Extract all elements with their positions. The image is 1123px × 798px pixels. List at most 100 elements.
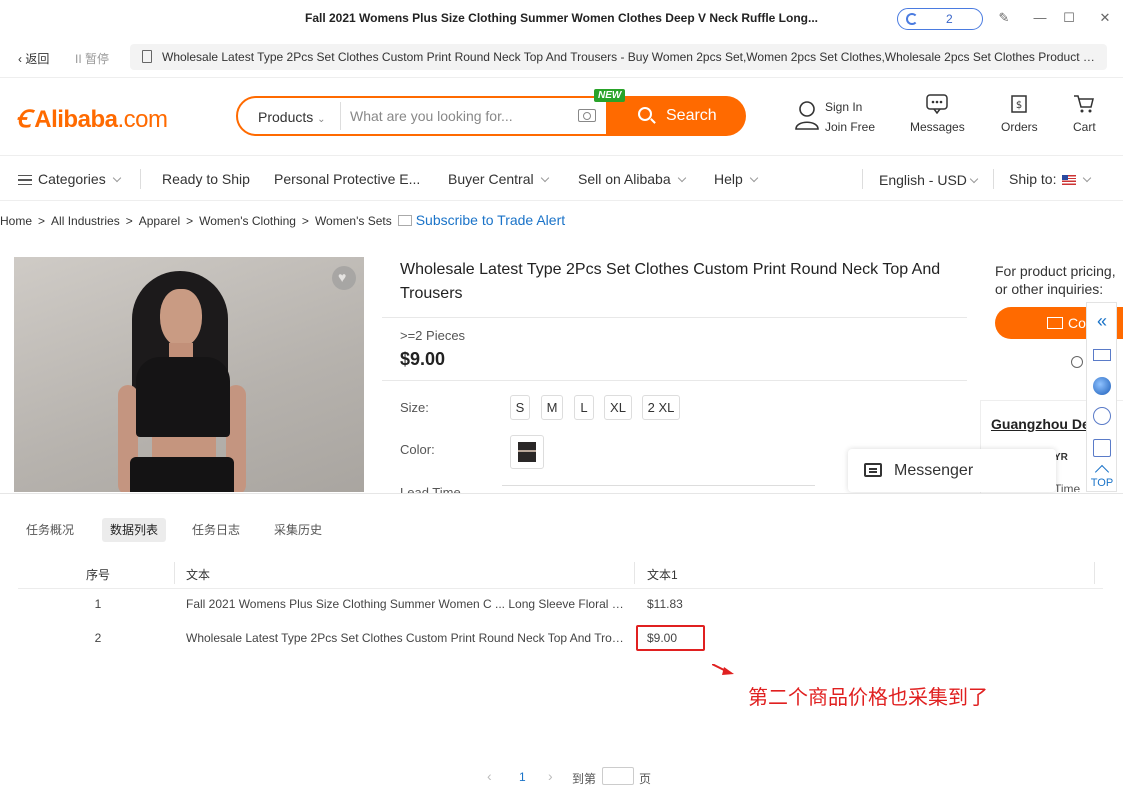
breadcrumb-womens-clothing[interactable]: Women's Clothing (199, 214, 296, 228)
messenger-button[interactable]: Messenger (848, 449, 1056, 492)
photo-waist (152, 437, 216, 459)
row-index: 1 (94, 597, 102, 611)
nav-sell[interactable]: Sell on Alibaba (578, 171, 686, 187)
tab-task-overview[interactable]: 任务概况 (18, 518, 82, 542)
nav-ppe[interactable]: Personal Protective E... (274, 171, 420, 187)
column-divider[interactable] (634, 562, 635, 584)
inquiry-line-1: For product pricing, (995, 263, 1116, 279)
nav-buyer-central[interactable]: Buyer Central (448, 171, 549, 187)
table-row[interactable]: 1 Fall 2021 Womens Plus Size Clothing Su… (18, 588, 1103, 622)
envelope-icon (1047, 317, 1063, 329)
tab-task-log[interactable]: 任务日志 (184, 518, 248, 542)
orders-button[interactable]: $ Orders (1001, 94, 1038, 134)
size-option-2xl[interactable]: 2 XL (642, 395, 680, 420)
size-option-l[interactable]: L (574, 395, 594, 420)
messages-button[interactable]: Messages (910, 94, 965, 134)
column-header-text: 文本 (186, 568, 211, 582)
nav-help[interactable]: Help (714, 171, 759, 187)
product-price: $9.00 (400, 349, 446, 369)
row-index: 2 (94, 631, 102, 645)
nav-divider (993, 169, 994, 189)
nav-divider (862, 169, 863, 189)
clock-icon[interactable] (1093, 407, 1111, 425)
prev-page-button[interactable]: ‹ (487, 768, 492, 784)
supplier-name[interactable]: Guangzhou De (991, 416, 1090, 432)
message-icon (926, 94, 949, 114)
page-current[interactable]: 1 (519, 770, 526, 784)
edit-icon[interactable]: ✎ (995, 9, 1013, 27)
page-icon (142, 50, 152, 63)
back-label: 返回 (25, 52, 50, 66)
breadcrumb-home[interactable]: Home (0, 214, 32, 228)
collapse-double-chevron-icon[interactable]: « (1093, 312, 1111, 331)
chat-smile-icon[interactable] (1071, 356, 1083, 368)
inquiry-line-2: or other inquiries: (995, 281, 1104, 297)
breadcrumb-womens-sets[interactable]: Women's Sets (315, 214, 392, 228)
search-category-select[interactable]: Products ⌄ (258, 109, 326, 125)
address-bar[interactable]: Wholesale Latest Type 2Pcs Set Clothes C… (130, 44, 1107, 70)
chevron-down-icon (540, 173, 549, 183)
chevron-down-icon (112, 173, 121, 183)
page-number-input[interactable] (602, 767, 634, 785)
size-option-m[interactable]: M (541, 395, 563, 420)
size-option-xl[interactable]: XL (604, 395, 632, 420)
photo-face (160, 289, 202, 347)
photo-top (136, 357, 230, 437)
breadcrumb-apparel[interactable]: Apparel (139, 214, 180, 228)
column-header-index: 序号 (86, 568, 111, 582)
chevron-left-icon: ‹ (18, 52, 22, 66)
categories-menu[interactable]: Categories (18, 171, 121, 187)
camera-icon[interactable] (578, 109, 596, 122)
language-label: English - USD (879, 172, 967, 188)
tab-data-list[interactable]: 数据列表 (102, 518, 167, 542)
size-option-s[interactable]: S (510, 395, 530, 420)
search-button[interactable]: Search (606, 96, 746, 136)
subscribe-link[interactable]: Subscribe to Trade Alert (416, 212, 565, 228)
orders-icon: $ (1011, 95, 1028, 113)
nav-ready-to-ship[interactable]: Ready to Ship (162, 171, 250, 187)
favorite-heart-icon[interactable] (332, 266, 356, 290)
globe-icon[interactable] (1093, 377, 1111, 395)
pause-icon: II (75, 52, 82, 66)
logo-suffix: .com (117, 106, 168, 133)
pause-button[interactable]: II 暂停 (75, 50, 109, 67)
task-counter[interactable]: 2 (897, 8, 983, 30)
price-highlight-box (636, 625, 705, 651)
search-input[interactable] (350, 104, 570, 128)
floating-toolbar: « TOP (1086, 302, 1117, 492)
product-image[interactable] (14, 257, 364, 492)
user-icon (795, 101, 819, 130)
ship-to-select[interactable]: Ship to: (1009, 171, 1092, 187)
messages-label: Messages (910, 120, 965, 134)
tab-history[interactable]: 采集历史 (266, 518, 330, 542)
feedback-icon[interactable] (1093, 439, 1111, 457)
maximize-icon[interactable]: ☐ (1060, 9, 1078, 27)
chevron-down-icon (749, 173, 759, 183)
alibaba-logo-icon: Ꞓ (16, 106, 31, 133)
column-divider[interactable] (1094, 562, 1095, 584)
color-swatch[interactable] (510, 435, 544, 469)
close-icon[interactable]: ✕ (1096, 9, 1114, 27)
back-to-top-button[interactable]: TOP (1089, 463, 1115, 491)
row-text: Fall 2021 Womens Plus Size Clothing Summ… (186, 597, 630, 611)
browser-navbar: ‹ 返回 II 暂停 Wholesale Latest Type 2Pcs Se… (0, 38, 1123, 78)
column-divider[interactable] (174, 562, 175, 584)
minimize-icon[interactable]: — (1031, 9, 1049, 27)
next-page-button[interactable]: › (548, 768, 553, 784)
back-button[interactable]: ‹ 返回 (18, 50, 49, 67)
color-label: Color: (400, 442, 435, 457)
join-free-link[interactable]: Join Free (825, 120, 875, 134)
language-select[interactable]: English - USD (879, 172, 979, 188)
us-flag-icon (1062, 175, 1077, 185)
breadcrumb-all-industries[interactable]: All Industries (51, 214, 120, 228)
supplier-years: YR (1054, 452, 1068, 463)
logo-text: Alibaba (34, 106, 118, 133)
sign-in-link[interactable]: Sign In (825, 100, 862, 114)
alibaba-logo[interactable]: Ꞓ Alibaba.com (16, 102, 168, 135)
cart-button[interactable]: Cart (1073, 94, 1096, 134)
mail-icon[interactable] (1093, 349, 1111, 361)
window-title-text: Fall 2021 Womens Plus Size Clothing Summ… (305, 11, 818, 25)
mail-icon (397, 215, 412, 226)
help-label: Help (714, 171, 743, 187)
table-row[interactable]: 2 Wholesale Latest Type 2Pcs Set Clothes… (18, 622, 1103, 656)
